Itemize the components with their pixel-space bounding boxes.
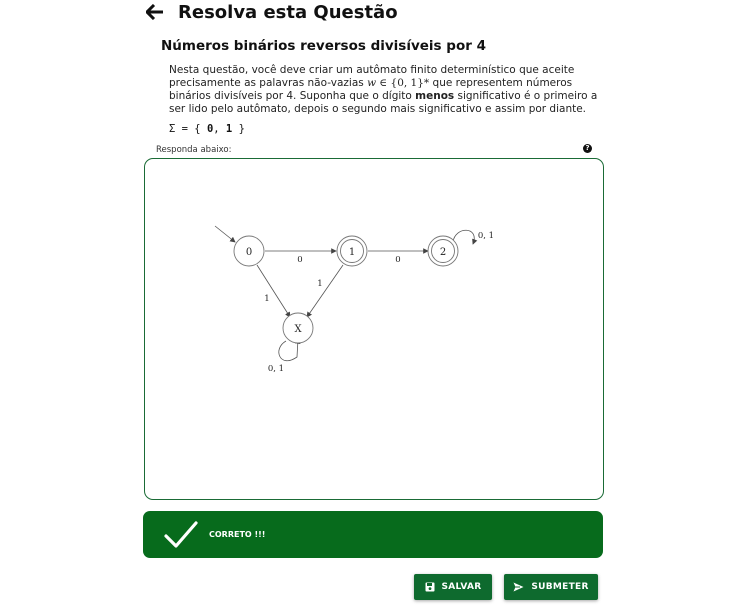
state-0[interactable]: 0: [233, 235, 265, 267]
save-button[interactable]: SALVAR: [414, 574, 492, 600]
page-header: Resolva esta Questão: [146, 0, 398, 24]
edge-0-x: [256, 264, 291, 318]
automaton-canvas[interactable]: 0 1 2 X 0 0 0, 1 1 1 0, 1: [144, 158, 604, 500]
submit-button-label: SUBMETER: [531, 582, 589, 592]
alphabet-prefix: Σ = {: [169, 123, 207, 135]
check-icon: [164, 520, 198, 548]
alphabet: Σ = { 0, 1 }: [169, 123, 245, 135]
feedback-text: CORRETO !!!: [209, 530, 266, 539]
question-title: Números binários reversos divisíveis por…: [161, 38, 486, 54]
answer-label: Responda abaixo:: [156, 145, 232, 155]
state-1-label: 1: [349, 247, 355, 258]
state-1[interactable]: 1: [336, 235, 368, 267]
initial-arrow: [214, 225, 236, 243]
alphabet-separator: ,: [213, 123, 226, 135]
edge-0-x-label: 1: [264, 294, 269, 304]
back-arrow-icon[interactable]: [146, 2, 166, 22]
edge-0-1-label: 0: [297, 255, 302, 265]
send-icon: [513, 582, 524, 592]
feedback-banner: CORRETO !!!: [143, 511, 603, 558]
state-2-label: 2: [440, 247, 446, 258]
question-description: Nesta questão, você deve criar um autôma…: [169, 64, 599, 116]
page-title: Resolva esta Questão: [178, 1, 398, 23]
math-set: ∈ {0, 1}*: [376, 77, 430, 89]
state-x[interactable]: X: [282, 312, 314, 344]
edge-1-2-label: 0: [395, 255, 400, 265]
desc-bold: menos: [415, 90, 455, 102]
alphabet-suffix: }: [232, 123, 245, 135]
loop-2-label: 0, 1: [478, 231, 494, 241]
edge-1-x-label: 1: [317, 279, 322, 289]
automaton-diagram: 0 1 2 X 0 0 0, 1 1 1 0, 1: [214, 225, 494, 374]
state-2[interactable]: 2: [427, 235, 459, 267]
floppy-disk-icon: [425, 582, 434, 592]
state-x-label: X: [294, 324, 302, 335]
math-w: w: [367, 77, 377, 89]
edge-1-x: [306, 264, 344, 318]
loop-2: [452, 229, 478, 245]
submit-button[interactable]: SUBMETER: [504, 574, 598, 600]
save-button-label: SALVAR: [441, 582, 482, 592]
state-0-label: 0: [246, 247, 252, 258]
question-circle-icon[interactable]: ?: [583, 144, 592, 153]
loop-x-label: 0, 1: [268, 364, 284, 374]
